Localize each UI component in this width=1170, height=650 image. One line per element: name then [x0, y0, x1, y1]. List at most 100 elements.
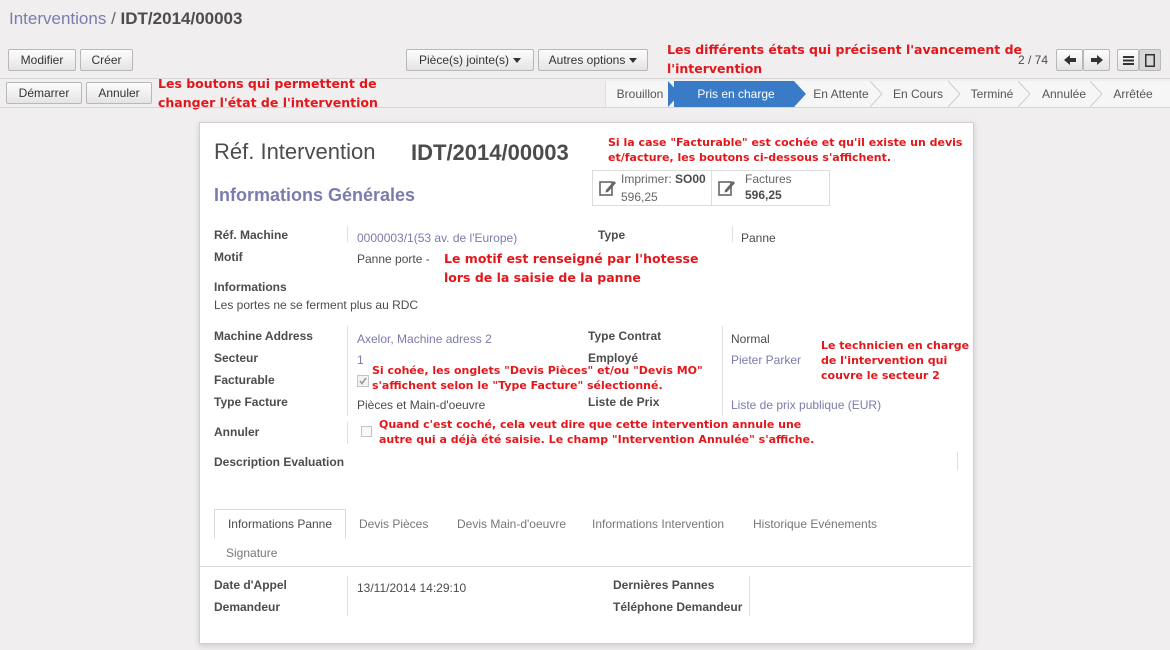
- edit-document-icon: [718, 181, 735, 196]
- interventions-form-view: { "breadcrumb": { "parent": "Interventio…: [0, 0, 1170, 650]
- stage-done[interactable]: Terminé: [960, 81, 1030, 107]
- field-divider: [732, 226, 733, 242]
- cancel-label: Annuler: [214, 425, 260, 439]
- edit-document-icon: [599, 181, 616, 196]
- cancel-intervention-button[interactable]: Annuler: [86, 82, 152, 104]
- field-divider: [722, 326, 723, 416]
- stage-in-progress[interactable]: En Cours: [882, 81, 960, 107]
- billable-checkbox[interactable]: [357, 375, 369, 387]
- chevron-separator: [870, 81, 882, 107]
- informations-field[interactable]: Les portes ne se ferment plus au RDC: [214, 298, 418, 312]
- field-divider: [347, 422, 348, 444]
- pager-counter: 2 / 74: [1018, 53, 1049, 67]
- last-failures-label: Dernières Pannes: [613, 578, 715, 592]
- annotation-tabs: Si cohée, les onglets "Devis Pièces" et/…: [372, 364, 703, 392]
- sector-field[interactable]: 1: [357, 353, 364, 367]
- requester-label: Demandeur: [214, 600, 281, 614]
- pager-next-button[interactable]: [1083, 49, 1110, 71]
- motif-field[interactable]: Panne porte -: [357, 252, 430, 266]
- tab-informations-intervention[interactable]: Informations Intervention: [592, 517, 724, 531]
- stage-waiting[interactable]: En Attente: [806, 81, 882, 107]
- pricelist-label: Liste de Prix: [588, 395, 660, 409]
- stage-statusbar: Brouillon Pris en charge En Attente En C…: [605, 81, 1170, 107]
- create-button[interactable]: Créer: [80, 49, 133, 71]
- invoices-label: Factures: [745, 172, 792, 186]
- annotation-cancel: Quand c'est coché, cela veut dire que ce…: [379, 418, 815, 446]
- caret-down-icon: [629, 57, 638, 63]
- checkmark-icon: [359, 377, 367, 385]
- chevron-separator: [1090, 81, 1102, 107]
- print-value: 596,25: [621, 190, 658, 204]
- requester-phone-label: Téléphone Demandeur: [613, 600, 743, 614]
- list-icon: [1122, 55, 1134, 65]
- field-divider: [347, 576, 348, 616]
- form-view-icon: [1145, 53, 1155, 67]
- billable-label: Facturable: [214, 373, 275, 387]
- stage-stopped[interactable]: Arrêtée: [1102, 81, 1164, 107]
- tab-devis-main-oeuvre[interactable]: Devis Main-d'oeuvre: [457, 517, 566, 531]
- machine-ref-label: Réf. Machine: [214, 228, 289, 242]
- attachments-dropdown[interactable]: Pièce(s) jointe(s): [406, 49, 534, 71]
- stage-draft[interactable]: Brouillon: [606, 81, 680, 107]
- call-date-label: Date d'Appel: [214, 578, 287, 592]
- billing-type-field[interactable]: Pièces et Main-d'oeuvre: [357, 398, 485, 412]
- tabs-divider: [200, 566, 971, 567]
- field-divider: [347, 226, 348, 242]
- type-label: Type: [598, 228, 626, 242]
- breadcrumb-current: IDT/2014/00003: [120, 9, 243, 28]
- statusbar-divider: [0, 107, 1170, 108]
- tab-label: Informations Panne: [227, 517, 333, 531]
- pager-previous-button[interactable]: [1056, 49, 1083, 71]
- invoices-value: 596,25: [745, 188, 782, 202]
- chevron-separator: [1018, 81, 1030, 107]
- machine-address-label: Machine Address: [214, 329, 313, 343]
- list-view-button[interactable]: [1117, 49, 1139, 71]
- arrow-right-icon: [1090, 55, 1103, 65]
- start-button[interactable]: Démarrer: [6, 82, 82, 104]
- title-label: Réf. Intervention: [214, 139, 376, 164]
- field-divider: [749, 576, 750, 616]
- tab-signature[interactable]: Signature: [226, 546, 277, 560]
- chevron-separator: [948, 81, 960, 107]
- annotation-states: Les différents états qui précisent l'ava…: [667, 42, 1023, 76]
- machine-address-field[interactable]: Axelor, Machine adress 2: [357, 332, 492, 346]
- annotation-billable: Si la case "Facturable" est cochée et qu…: [608, 136, 963, 164]
- field-divider: [957, 452, 958, 470]
- contract-type-label: Type Contrat: [588, 329, 662, 343]
- breadcrumb-separator: /: [111, 9, 116, 28]
- stage-taken-in-charge[interactable]: Pris en charge: [674, 81, 794, 107]
- caret-down-icon: [513, 57, 522, 63]
- tab-devis-pieces[interactable]: Devis Pièces: [359, 517, 428, 531]
- breadcrumb: Interventions / IDT/2014/00003: [9, 9, 242, 29]
- pricelist-field[interactable]: Liste de prix publique (EUR): [731, 398, 881, 412]
- employee-field[interactable]: Pieter Parker: [731, 353, 801, 367]
- eval-description-label: Description Evaluation: [214, 455, 345, 469]
- active-stage-arrow: [794, 81, 806, 107]
- title-value: IDT/2014/00003: [411, 140, 569, 165]
- field-divider: [347, 326, 348, 416]
- annotation-technician: Le technicien en charge de l'interventio…: [821, 339, 970, 382]
- arrow-left-icon: [1063, 55, 1076, 65]
- edit-button[interactable]: Modifier: [8, 49, 76, 71]
- annotation-motif: Le motif est renseigné par l'hotesse lor…: [444, 251, 699, 285]
- more-options-dropdown[interactable]: Autres options: [538, 49, 648, 71]
- stage-cancelled[interactable]: Annulée: [1032, 81, 1102, 107]
- tab-informations-panne[interactable]: Informations Panne: [214, 509, 346, 539]
- print-smart-button[interactable]: Imprimer: SO00 596,25: [592, 170, 712, 206]
- sector-label: Secteur: [214, 351, 259, 365]
- machine-ref-field[interactable]: 0000003/1(53 av. de l'Europe): [357, 231, 517, 245]
- billing-type-label: Type Facture: [214, 395, 288, 409]
- contract-type-field[interactable]: Normal: [731, 332, 770, 346]
- tab-historique-evenements[interactable]: Historique Evénements: [753, 517, 877, 531]
- cancel-checkbox[interactable]: [361, 426, 372, 437]
- informations-label: Informations: [214, 280, 287, 294]
- attachments-label: Pièce(s) jointe(s): [418, 53, 510, 67]
- print-label: Imprimer: SO00: [621, 172, 706, 186]
- invoices-smart-button[interactable]: Factures 596,25: [711, 170, 830, 206]
- form-view-button[interactable]: [1139, 49, 1161, 71]
- motif-label: Motif: [214, 250, 243, 264]
- breadcrumb-parent[interactable]: Interventions: [9, 9, 106, 28]
- call-date-field[interactable]: 13/11/2014 14:29:10: [357, 581, 466, 595]
- section-title: Informations Générales: [214, 185, 416, 205]
- type-field[interactable]: Panne: [741, 231, 776, 245]
